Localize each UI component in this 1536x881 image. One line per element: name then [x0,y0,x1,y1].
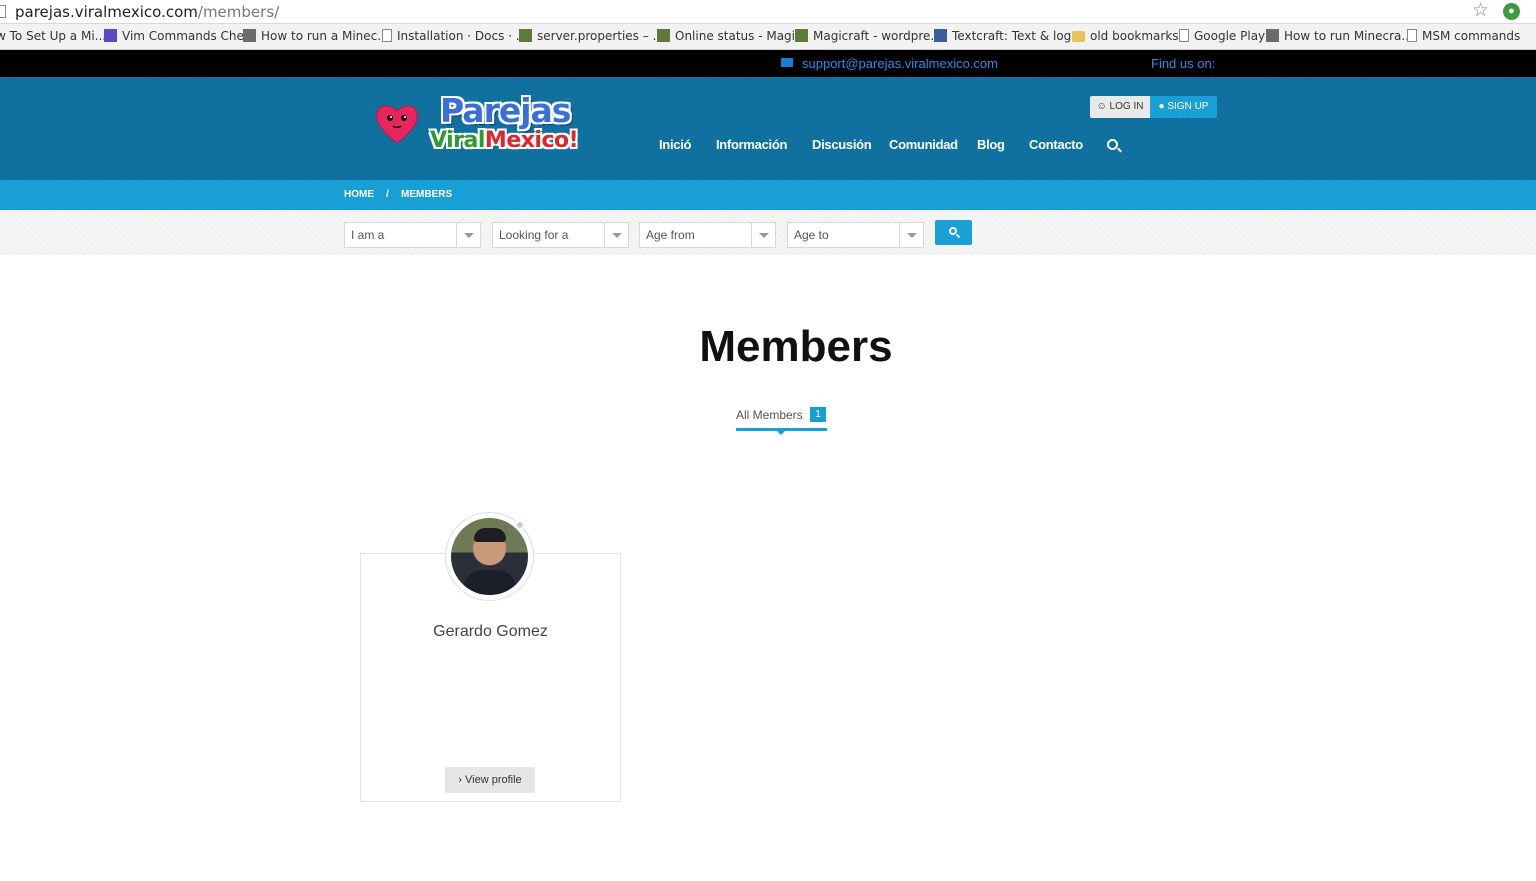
find-us-label: Find us on: [1151,56,1216,71]
page-title: Members [699,322,893,371]
member-search-filters: I am a Looking for a Age from Age to [0,210,1536,255]
bookmark-item[interactable]: w To Set Up a Mi... [0,29,106,43]
bookmark-item[interactable]: Textcraft: Text & log... [934,29,1083,43]
search-icon[interactable] [1107,139,1118,150]
bookmark-item[interactable]: Magicraft - wordpre... [795,29,942,43]
chevron-down-icon[interactable] [456,223,480,247]
heart-logo-icon[interactable] [375,101,419,145]
nav-item-informacion[interactable]: Información [716,137,787,152]
logo-text-parejas[interactable]: Parejas [440,91,571,130]
logo-text-viralmexico[interactable]: ViralMexico! [430,128,579,153]
signup-button[interactable]: ● SIGN UP [1150,96,1217,118]
bookmark-item[interactable]: Google Play [1179,29,1265,43]
search-members-button[interactable] [935,220,972,245]
bookmark-star-icon[interactable]: ☆ [1472,1,1489,21]
tab-label: All Members [736,408,803,422]
age-from-select[interactable]: Age from [639,222,776,248]
bookmark-item[interactable]: Installation · Docs · ... [382,29,527,43]
vim-icon [104,29,117,42]
nav-item-discusion[interactable]: Discusión [812,137,872,152]
status-dot-icon [515,520,525,530]
site-icon [1266,29,1279,42]
age-to-select[interactable]: Age to [787,222,924,248]
nav-item-inicio[interactable]: Inició [659,137,691,152]
cube-icon [657,29,670,42]
support-email-link[interactable]: support@parejas.viralmexico.com [802,56,998,71]
bookmark-item[interactable]: Online status - Magi... [657,29,806,43]
nav-item-comunidad[interactable]: Comunidad [889,137,958,152]
tx-icon [934,29,947,42]
site-topbar: support@parejas.viralmexico.com Find us … [0,50,1536,77]
breadcrumb-current: MEMBERS [401,189,453,200]
chevron-down-icon[interactable] [751,223,775,247]
doc-icon [1179,29,1189,42]
bookmark-item[interactable]: MSM commands [1407,29,1520,43]
extension-icon[interactable]: ● [1503,3,1520,20]
bookmarks-bar: w To Set Up a Mi... Vim Commands Che... … [0,24,1536,50]
bookmark-folder[interactable]: old bookmarks [1072,29,1179,43]
auth-buttons: ☺ LOG IN ● SIGN UP [1090,96,1217,118]
site-header: Parejas ViralMexico! ☺ LOG IN ● SIGN UP … [0,77,1536,180]
cube-icon [795,29,808,42]
nav-item-blog[interactable]: Blog [977,137,1005,152]
doc-icon [382,29,392,42]
view-profile-button[interactable]: › View profile [445,767,535,793]
member-name[interactable]: Gerardo Gomez [360,623,621,641]
envelope-icon [781,58,793,67]
login-button[interactable]: ☺ LOG IN [1090,96,1150,118]
bookmark-item[interactable]: How to run a Minec... [243,29,389,43]
tab-all-members[interactable]: All Members 1 [736,407,827,435]
looking-for-select[interactable]: Looking for a [492,222,629,248]
page-icon [0,5,6,18]
chevron-down-icon[interactable] [604,223,628,247]
breadcrumb-home[interactable]: HOME [344,189,374,200]
breadcrumb: HOME / MEMBERS [0,180,1536,210]
site-icon [243,29,256,42]
search-icon [949,227,957,235]
nav-item-contacto[interactable]: Contacto [1029,137,1083,152]
breadcrumb-separator: / [386,189,389,200]
cube-icon [519,29,532,42]
i-am-select[interactable]: I am a [344,222,481,248]
tab-caret-icon [777,431,785,435]
bookmark-item[interactable]: Vim Commands Che... [104,29,255,43]
member-count-badge: 1 [810,407,826,422]
bookmark-item[interactable]: How to run Minecra... [1266,29,1413,43]
browser-url-bar[interactable]: parejas.viralmexico.com/members/ ☆ ● [0,0,1536,24]
url-text[interactable]: parejas.viralmexico.com/members/ [15,3,279,21]
doc-icon [1407,29,1417,42]
chevron-down-icon[interactable] [899,223,923,247]
folder-icon [1072,31,1085,42]
avatar-photo [451,518,528,595]
bookmark-item[interactable]: server.properties – ... [519,29,664,43]
